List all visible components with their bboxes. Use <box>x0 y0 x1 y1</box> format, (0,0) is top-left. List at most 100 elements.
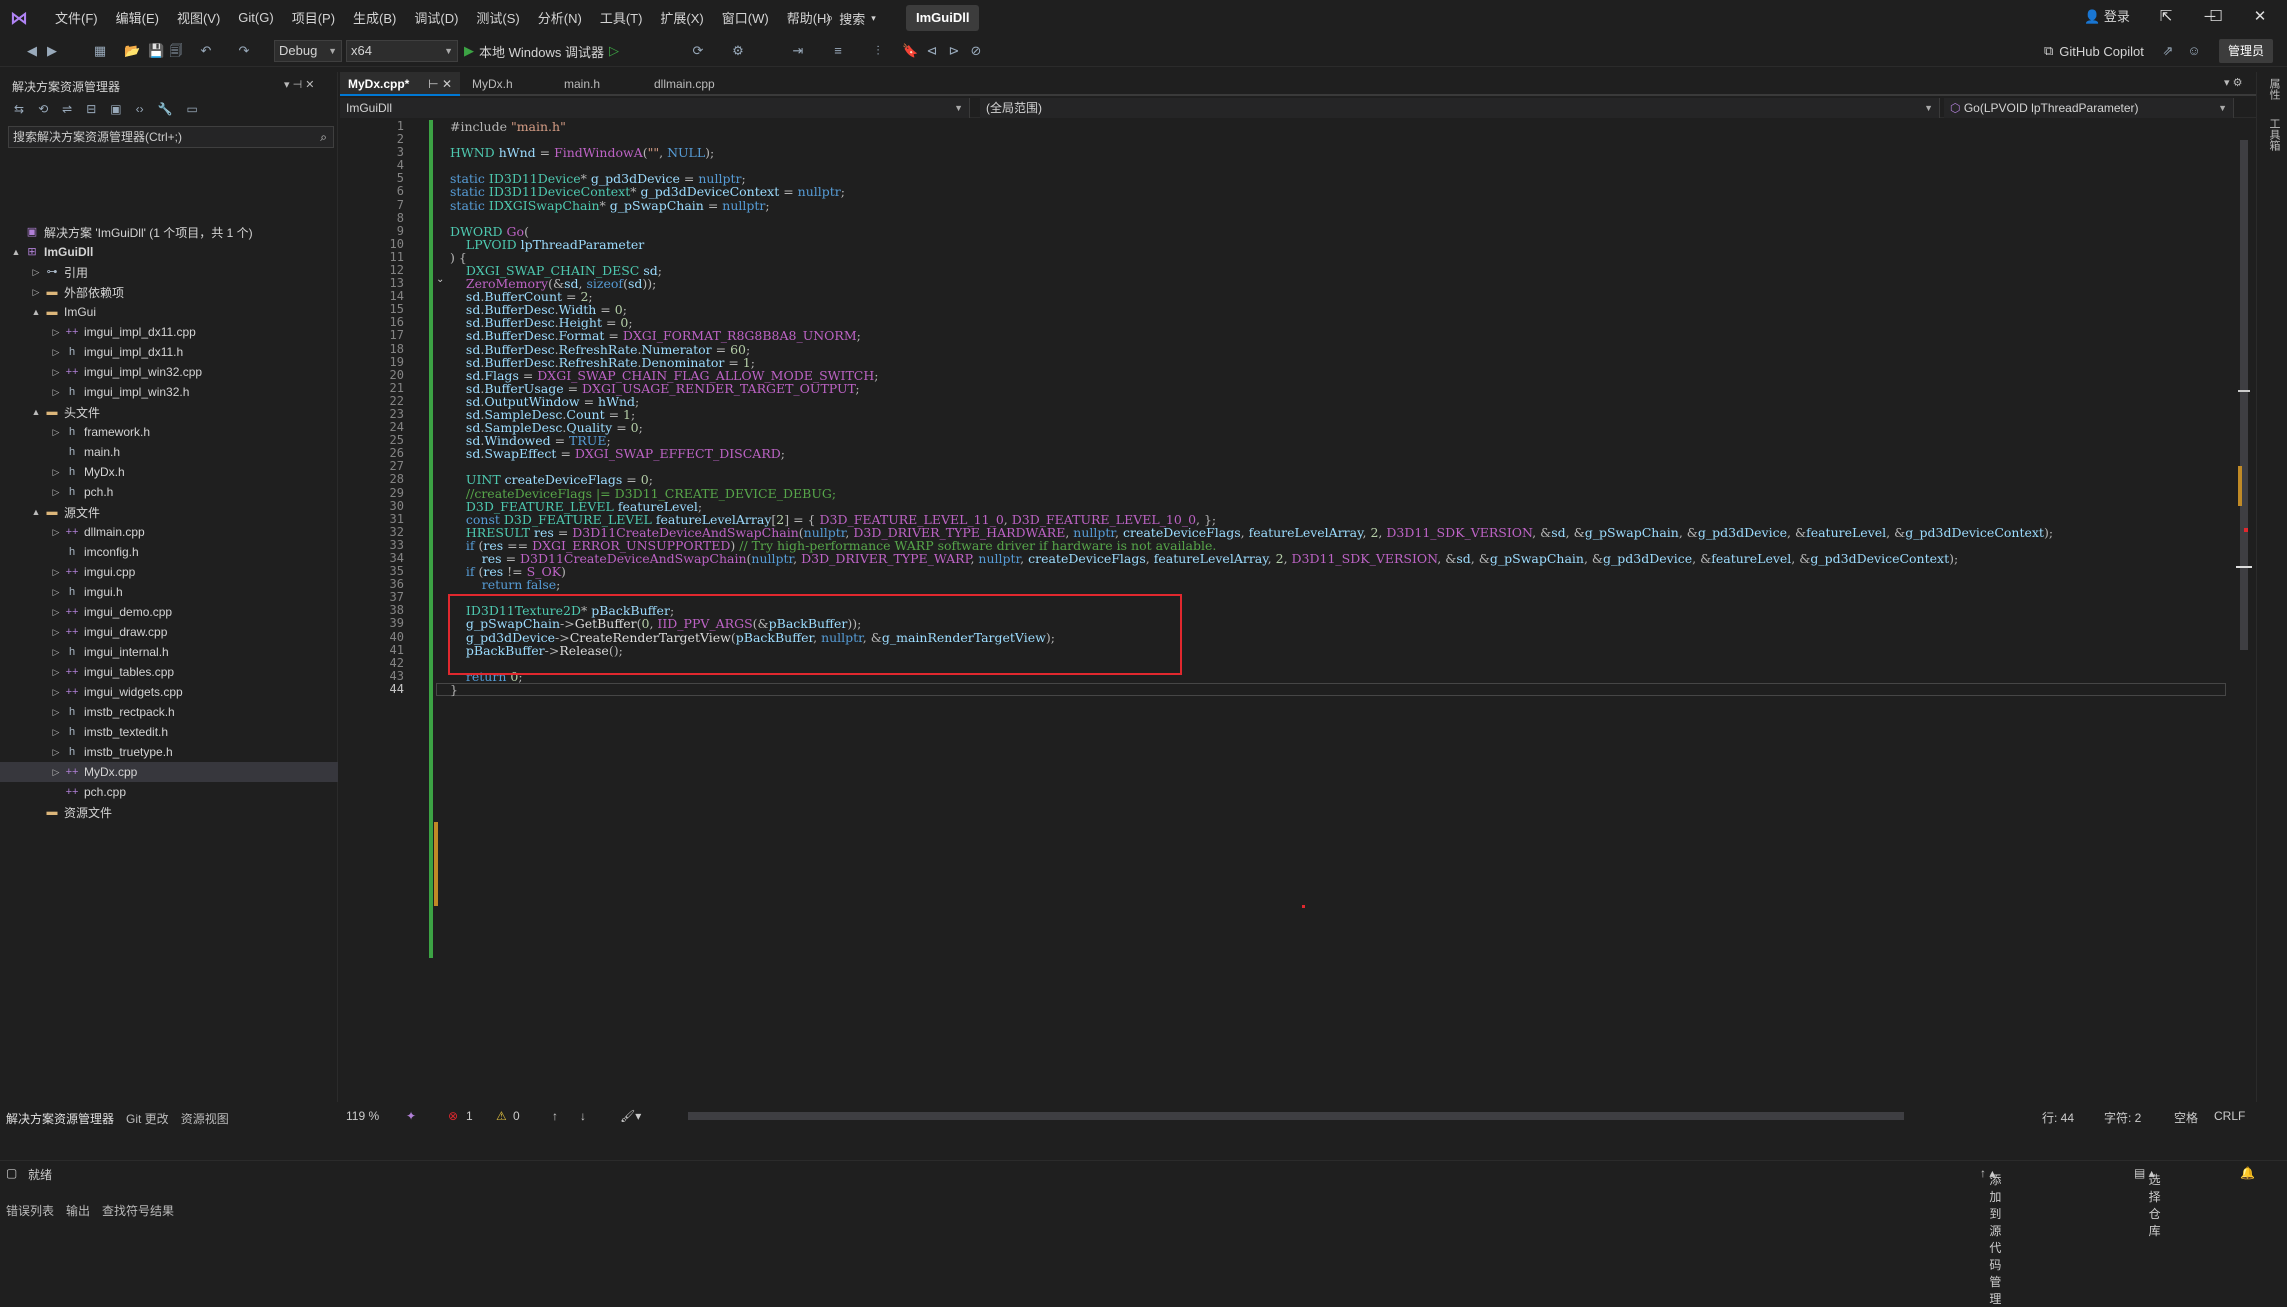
expand-toggle-icon[interactable]: ▷ <box>50 707 62 718</box>
menu-item[interactable]: 视图(V) <box>168 8 229 27</box>
feedback-icon[interactable]: ☺ <box>2186 43 2202 59</box>
search-button[interactable]: ⌕ 搜索 ▾ <box>826 6 876 30</box>
tab-mydx-cpp[interactable]: MyDx.cpp* ⊢ ✕ <box>340 72 460 96</box>
tree-item[interactable]: h imconfig.h <box>0 542 338 562</box>
tree-item[interactable]: ▷ h imstb_textedit.h <box>0 722 338 742</box>
login-button[interactable]: 👤 登录 <box>2084 6 2130 25</box>
forward-icon[interactable]: ▶ <box>44 43 60 59</box>
tree-item[interactable]: ▲ ▬ 源文件 <box>0 502 338 522</box>
expand-toggle-icon[interactable]: ▷ <box>50 607 62 618</box>
bookmark-clear-icon[interactable]: ⊘ <box>968 43 984 59</box>
close-button[interactable]: ✕ <box>2240 4 2280 30</box>
panel-tab[interactable]: Git 更改 <box>120 1107 175 1127</box>
expand-toggle-icon[interactable]: ▷ <box>50 647 62 658</box>
save-icon[interactable]: 💾 <box>148 43 164 59</box>
prev-issue-icon[interactable]: ↑ <box>552 1109 558 1123</box>
project-dropdown[interactable]: ImGuiDll ▼ <box>340 98 970 118</box>
intellicode-icon[interactable]: ✦ <box>406 1109 416 1123</box>
expand-toggle-icon[interactable]: ▷ <box>50 627 62 638</box>
toolbox-tab[interactable]: 工具箱 <box>2266 118 2282 151</box>
bookmark-next-icon[interactable]: ⊳ <box>946 43 962 59</box>
menu-item[interactable]: Git(G) <box>229 10 282 25</box>
expand-toggle-icon[interactable]: ▷ <box>50 347 62 358</box>
scrollbar-thumb[interactable] <box>2240 140 2248 650</box>
tree-item[interactable]: ▷ ++ imgui.cpp <box>0 562 338 582</box>
history-icon[interactable]: ⟲ <box>38 102 48 116</box>
comment-icon[interactable]: ⫶ <box>870 43 886 59</box>
expand-toggle-icon[interactable]: ▷ <box>30 287 42 298</box>
member-dropdown[interactable]: ⬡ Go(LPVOID lpThreadParameter) ▼ <box>1944 98 2234 118</box>
tree-item[interactable]: ++ pch.cpp <box>0 782 338 802</box>
expand-toggle-icon[interactable]: ▷ <box>50 567 62 578</box>
indent-mode[interactable]: 空格 <box>2174 1109 2198 1126</box>
tree-item[interactable]: ▷ h imgui_impl_win32.h <box>0 382 338 402</box>
new-project-icon[interactable]: ▦ <box>92 43 108 59</box>
tree-item[interactable]: ▷ h MyDx.h <box>0 462 338 482</box>
expand-toggle-icon[interactable]: ▲ <box>30 307 42 317</box>
code-cleanup-icon[interactable]: 🖌▾ <box>620 1109 641 1123</box>
cursor-char[interactable]: 字符: 2 <box>2104 1109 2141 1126</box>
tree-item[interactable]: ▲ ⊞ ImGuiDll <box>0 242 338 262</box>
tree-item[interactable]: ▷ h framework.h <box>0 422 338 442</box>
menu-item[interactable]: 生成(B) <box>344 8 405 27</box>
panel-options-icon[interactable]: ▾ ⊣ ✕ <box>284 78 314 91</box>
expand-toggle-icon[interactable]: ▷ <box>50 527 62 538</box>
step-icon[interactable]: ⇥ <box>790 43 806 59</box>
scope-dropdown[interactable]: (全局范围) ▼ <box>980 98 1940 118</box>
expand-toggle-icon[interactable]: ▷ <box>50 327 62 338</box>
save-all-icon[interactable]: 🗐 <box>168 43 184 59</box>
error-icon[interactable]: ⊗ <box>448 1109 458 1123</box>
tab-overflow-icon[interactable]: ▾ ⚙ <box>2224 76 2242 89</box>
code-editor[interactable]: 1 2 3 4 5 6 7 8 9 10 11 12 13 14 15 16 17 18 19 20 21 22 23 24 2… <box>340 118 2240 1100</box>
tree-item[interactable]: ▷ h pch.h <box>0 482 338 502</box>
share-icon[interactable]: ⇗ <box>2160 43 2176 59</box>
tree-item[interactable]: ▷ ⊶ 引用 <box>0 262 338 282</box>
tree-item[interactable]: ▣ 解决方案 'ImGuiDll' (1 个项目，共 1 个) <box>0 222 338 242</box>
expand-toggle-icon[interactable]: ▷ <box>50 467 62 478</box>
output-tab[interactable]: 查找符号结果 <box>96 1202 180 1222</box>
tree-item[interactable]: ▷ ++ dllmain.cpp <box>0 522 338 542</box>
tree-item[interactable]: ▷ h imgui.h <box>0 582 338 602</box>
github-copilot-button[interactable]: ⧉ GitHub Copilot <box>2044 40 2144 62</box>
tree-item[interactable]: ▲ ▬ 头文件 <box>0 402 338 422</box>
tree-item[interactable]: ▷ h imstb_rectpack.h <box>0 702 338 722</box>
expand-toggle-icon[interactable]: ▲ <box>10 247 22 257</box>
tree-item[interactable]: ▷ ++ imgui_impl_win32.cpp <box>0 362 338 382</box>
tab-mydx-h[interactable]: MyDx.h <box>464 72 554 96</box>
menu-item[interactable]: 扩展(X) <box>651 8 712 27</box>
expand-toggle-icon[interactable]: ▲ <box>30 407 42 417</box>
collapse-icon[interactable]: ⊟ <box>86 102 96 116</box>
tree-item[interactable]: h main.h <box>0 442 338 462</box>
tree-item[interactable]: ▷ h imgui_impl_dx11.h <box>0 342 338 362</box>
expand-toggle-icon[interactable]: ▷ <box>50 387 62 398</box>
expand-toggle-icon[interactable]: ▷ <box>50 587 62 598</box>
properties-tab[interactable]: 属性 <box>2266 78 2282 100</box>
maximize-icon[interactable]: ☐ <box>2196 4 2236 30</box>
format-icon[interactable]: ≡ <box>830 43 846 59</box>
menu-item[interactable]: 分析(N) <box>529 8 591 27</box>
switch-views-icon[interactable]: ⇆ <box>14 102 24 116</box>
tree-item[interactable]: ▲ ▬ ImGui <box>0 302 338 322</box>
code-icon[interactable]: ‹› <box>136 102 144 116</box>
tab-main-h[interactable]: main.h <box>556 72 626 96</box>
output-tab[interactable]: 错误列表 <box>0 1202 60 1222</box>
popout-icon[interactable]: ⇱ <box>2146 4 2186 30</box>
expand-toggle-icon[interactable]: ▷ <box>50 667 62 678</box>
menu-item[interactable]: 项目(P) <box>283 8 344 27</box>
undo-icon[interactable]: ↶ <box>198 43 214 59</box>
configuration-dropdown[interactable]: Debug ▼ <box>274 40 342 62</box>
redo-icon[interactable]: ↷ <box>236 43 252 59</box>
expand-toggle-icon[interactable]: ▷ <box>50 767 62 778</box>
tree-item[interactable]: ▷ ++ imgui_impl_dx11.cpp <box>0 322 338 342</box>
menu-item[interactable]: 调试(D) <box>405 8 467 27</box>
tree-item[interactable]: ▷ ▬ 外部依赖项 <box>0 282 338 302</box>
show-all-icon[interactable]: ▣ <box>110 102 121 116</box>
tree-item[interactable]: ▷ ++ MyDx.cpp <box>0 762 338 782</box>
line-ending[interactable]: CRLF <box>2214 1109 2245 1123</box>
tree-item[interactable]: ▷ ++ imgui_draw.cpp <box>0 622 338 642</box>
expand-toggle-icon[interactable]: ▲ <box>30 507 42 517</box>
expand-toggle-icon[interactable]: ▷ <box>50 487 62 498</box>
expand-toggle-icon[interactable]: ▷ <box>50 747 62 758</box>
tree-item[interactable]: ▷ ++ imgui_tables.cpp <box>0 662 338 682</box>
back-icon[interactable]: ◀ <box>24 43 40 59</box>
